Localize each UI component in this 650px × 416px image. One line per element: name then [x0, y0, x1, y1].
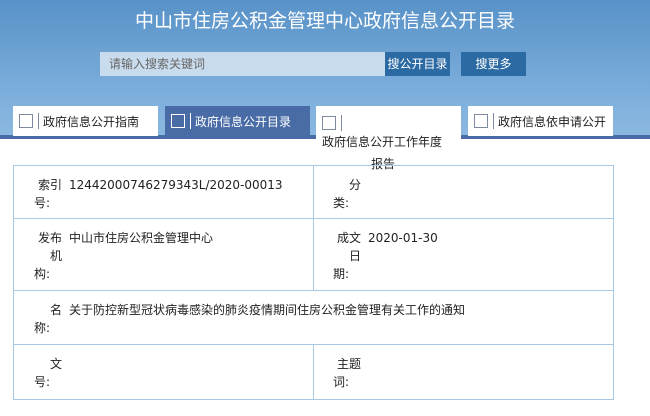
tab-catalog[interactable]: 政府信息公开目录: [165, 106, 310, 136]
tab-label: 政府信息公开目录: [195, 114, 292, 129]
divider: [341, 115, 342, 131]
search-catalog-button[interactable]: 搜公开目录: [385, 52, 450, 76]
tab-label: 政府信息公开指南: [43, 114, 140, 129]
divider: [493, 113, 494, 129]
divider: [38, 113, 39, 129]
search-more-button[interactable]: 搜更多: [461, 52, 526, 76]
tab-label: 政府信息依申请公开: [498, 114, 607, 129]
search-input[interactable]: 请输入搜索关键词: [100, 52, 385, 76]
keywords-label: 主题词:: [333, 357, 361, 389]
index-value: 12442000746279343L/2020-00013: [69, 178, 283, 192]
page-title: 中山市住房公积金管理中心政府信息公开目录: [134, 10, 515, 32]
tab-annual-report[interactable]: 政府信息公开工作年度报告: [316, 106, 461, 171]
date-value: 2020-01-30: [368, 231, 438, 245]
publisher-label: 发布机构:: [34, 231, 62, 281]
catalog-icon: [171, 114, 185, 128]
metadata-table: 索引号: 12442000746279343L/2020-00013 分类: 发布…: [13, 165, 614, 400]
index-label: 索引号:: [34, 178, 62, 210]
name-value: 关于防控新型冠状病毒感染的肺炎疫情期间住房公积金管理有关工作的通知: [69, 303, 466, 317]
tab-guide[interactable]: 政府信息公开指南: [13, 106, 158, 136]
document-icon: [19, 114, 33, 128]
publisher-value: 中山市住房公积金管理中心: [69, 231, 214, 245]
category-label: 分类:: [333, 178, 361, 210]
report-icon: [322, 116, 336, 130]
date-label: 成文日期:: [333, 231, 361, 281]
doc-number-label: 文号:: [34, 357, 62, 389]
name-label: 名称:: [34, 303, 62, 335]
tab-application[interactable]: 政府信息依申请公开: [468, 106, 613, 136]
application-icon: [474, 114, 488, 128]
divider: [190, 113, 191, 129]
